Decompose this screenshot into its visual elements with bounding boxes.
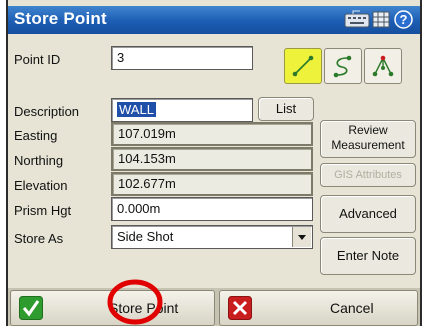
grid-icon[interactable]: [372, 10, 390, 29]
annotation-circle: [107, 279, 163, 325]
checkmark-icon: [19, 296, 43, 320]
line-mode-icon: [292, 55, 314, 77]
network-mode-icon: [372, 55, 394, 77]
help-icon[interactable]: ?: [394, 10, 413, 29]
cancel-label: Cancel: [330, 300, 374, 316]
easting-field: 107.019m: [111, 122, 313, 146]
point-id-label: Point ID: [14, 52, 61, 67]
northing-label: Northing: [14, 153, 64, 168]
network-mode-button[interactable]: [364, 48, 402, 84]
line-mode-button[interactable]: [284, 48, 322, 84]
elevation-field: 102.677m: [111, 172, 313, 196]
easting-label: Easting: [14, 128, 58, 143]
gis-attributes-button[interactable]: GIS Attributes: [320, 163, 416, 187]
point-id-input[interactable]: 3: [111, 46, 253, 70]
description-input[interactable]: WALL: [111, 98, 253, 122]
curve-mode-button[interactable]: [324, 48, 362, 84]
review-button-line2: Measurement: [331, 138, 405, 152]
store-as-value: Side Shot: [117, 229, 174, 244]
title-bar: Store Point ?: [8, 6, 420, 34]
store-as-label: Store As: [14, 231, 64, 246]
app-screen: Store Point ? Point ID 3 Description WAL…: [0, 0, 440, 326]
store-as-select[interactable]: Side Shot: [111, 225, 313, 249]
cancel-button[interactable]: Cancel: [219, 290, 418, 326]
elevation-label: Elevation: [14, 178, 68, 193]
description-value: WALL: [117, 102, 156, 117]
review-button-line1: Review: [348, 123, 388, 137]
review-measurement-button[interactable]: Review Measurement: [320, 120, 416, 158]
keyboard-icon[interactable]: [344, 10, 370, 29]
northing-field: 104.153m: [111, 147, 313, 171]
dropdown-button[interactable]: [292, 227, 311, 247]
store-point-window: Store Point ? Point ID 3 Description WAL…: [6, 0, 422, 326]
chevron-down-icon: [298, 235, 306, 240]
description-label: Description: [14, 104, 80, 119]
enter-note-button[interactable]: Enter Note: [320, 237, 416, 275]
prism-height-input[interactable]: 0.000m: [111, 197, 313, 221]
list-button[interactable]: List: [258, 97, 314, 121]
curve-mode-icon: [333, 55, 352, 78]
action-bar: Store Point Cancel: [8, 288, 420, 326]
window-title: Store Point: [14, 9, 107, 28]
advanced-button[interactable]: Advanced: [320, 195, 416, 233]
prism-height-label: Prism Hgt: [14, 203, 72, 218]
svg-text:?: ?: [400, 12, 408, 27]
close-icon: [228, 296, 252, 320]
